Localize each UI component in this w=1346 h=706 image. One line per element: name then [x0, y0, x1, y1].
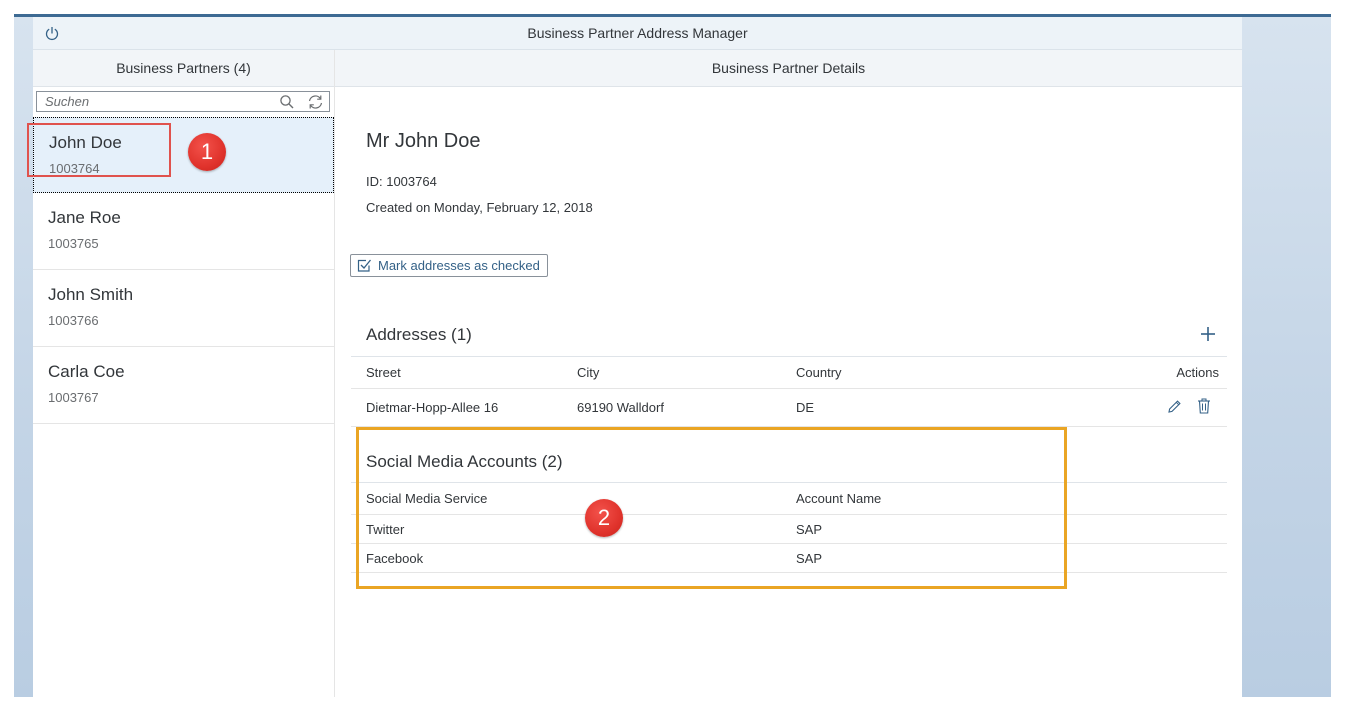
shell-bar: Business Partner Address Manager [33, 17, 1242, 50]
list-item[interactable]: Carla Coe 1003767 [33, 347, 334, 424]
delete-icon[interactable] [1197, 398, 1211, 417]
partner-id: 1003767 [48, 390, 99, 405]
column-header-city: City [577, 365, 600, 380]
mark-addresses-label: Mark addresses as checked [378, 258, 540, 273]
addresses-table: Street City Country Actions Dietmar-Hopp… [351, 356, 1227, 427]
callout-highlight-1 [27, 123, 171, 177]
checkbox-icon [357, 258, 372, 273]
edit-icon[interactable] [1167, 399, 1181, 417]
partner-name: Carla Coe [48, 362, 125, 381]
list-item[interactable]: Jane Roe 1003765 [33, 193, 334, 270]
address-country: DE [796, 400, 815, 415]
search-field [36, 91, 330, 112]
search-icon[interactable] [279, 94, 295, 115]
table-row[interactable]: Dietmar-Hopp-Allee 16 69190 Walldorf DE [351, 389, 1227, 427]
object-id: ID: 1003764 [366, 174, 437, 189]
column-header-actions: Actions [1176, 365, 1219, 380]
app-container: Business Partner Address Manager Busines… [33, 17, 1242, 697]
column-header-street: Street [366, 365, 401, 380]
address-street: Dietmar-Hopp-Allee 16 [366, 400, 499, 415]
callout-highlight-2 [356, 427, 1067, 589]
list-item[interactable]: John Smith 1003766 [33, 270, 334, 347]
window-frame: Business Partner Address Manager Busines… [14, 14, 1331, 697]
detail-pane: Business Partner Details Mr John Doe ID:… [335, 50, 1242, 697]
partner-name: Jane Roe [48, 208, 121, 227]
partner-id: 1003765 [48, 236, 99, 251]
addresses-title: Addresses (1) [366, 325, 472, 344]
master-header: Business Partners (4) [33, 50, 334, 87]
column-header-country: Country [796, 365, 842, 380]
object-title: Mr John Doe [366, 130, 481, 152]
app-title: Business Partner Address Manager [527, 25, 748, 41]
partner-id: 1003766 [48, 313, 99, 328]
table-header-row: Street City Country Actions [351, 356, 1227, 389]
partner-name: John Smith [48, 285, 134, 304]
detail-header: Business Partner Details [335, 50, 1242, 87]
callout-badge-1: 1 [188, 133, 226, 171]
search-input[interactable] [45, 92, 265, 111]
refresh-icon[interactable] [307, 94, 324, 115]
add-icon[interactable] [1198, 324, 1218, 344]
callout-badge-2: 2 [585, 499, 623, 537]
address-city: 69190 Walldorf [577, 400, 664, 415]
object-created: Created on Monday, February 12, 2018 [366, 200, 593, 215]
mark-addresses-button[interactable]: Mark addresses as checked [350, 254, 548, 277]
